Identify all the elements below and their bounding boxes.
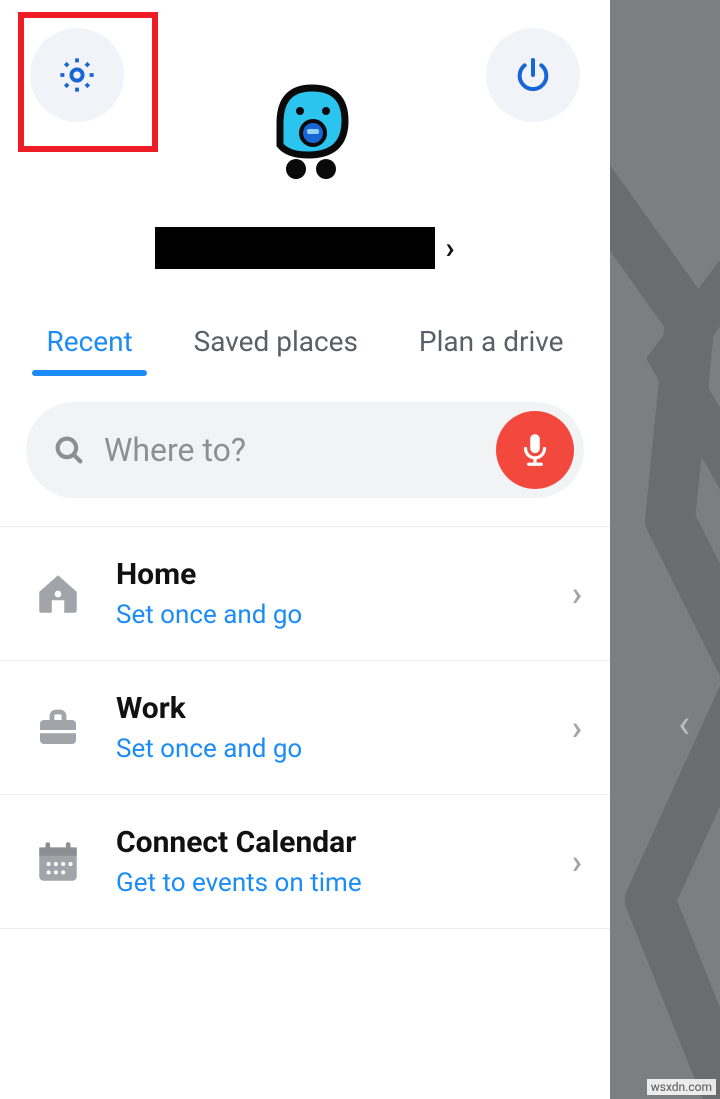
chevron-right-icon: › — [572, 708, 582, 748]
tab-saved-places[interactable]: Saved places — [190, 319, 362, 372]
profile-name-redacted — [155, 227, 435, 269]
map-background[interactable]: ‹ — [610, 0, 720, 1099]
list-item-work[interactable]: Work Set once and go › — [0, 660, 610, 794]
side-panel: › Recent Saved places Plan a drive Where… — [0, 0, 610, 1099]
home-icon — [33, 569, 83, 619]
list-item-calendar[interactable]: Connect Calendar Get to events on time › — [0, 794, 610, 929]
tabs: Recent Saved places Plan a drive — [0, 319, 610, 372]
calendar-icon — [33, 837, 83, 887]
list-item-home[interactable]: Home Set once and go › — [0, 526, 610, 660]
list-item-title: Home — [116, 557, 544, 592]
panel-header — [0, 0, 610, 187]
briefcase-icon — [33, 704, 83, 752]
list-item-subtitle: Get to events on time — [116, 868, 544, 898]
list-item-subtitle: Set once and go — [116, 734, 544, 764]
search-icon — [52, 433, 86, 467]
chevron-right-icon: › — [572, 842, 582, 882]
gear-icon — [56, 54, 98, 96]
settings-button[interactable] — [30, 28, 124, 122]
search-placeholder: Where to? — [104, 431, 478, 469]
power-icon — [513, 55, 553, 95]
map-collapse-chevron[interactable]: ‹ — [678, 700, 690, 747]
search-input[interactable]: Where to? — [26, 402, 584, 498]
chevron-right-icon: › — [445, 231, 454, 266]
chevron-right-icon: › — [572, 574, 582, 614]
list-item-title: Connect Calendar — [116, 825, 544, 860]
profile-name-row[interactable]: › — [0, 227, 610, 269]
voice-search-button[interactable] — [496, 411, 574, 489]
profile-avatar[interactable] — [250, 73, 360, 187]
list-item-title: Work — [116, 691, 544, 726]
destination-list: Home Set once and go › Work Set once and… — [0, 526, 610, 929]
list-item-subtitle: Set once and go — [116, 600, 544, 630]
watermark: wsxdn.com — [647, 1079, 716, 1095]
power-button[interactable] — [486, 28, 580, 122]
tab-recent[interactable]: Recent — [42, 319, 136, 372]
microphone-icon — [516, 431, 554, 469]
tab-plan-a-drive[interactable]: Plan a drive — [415, 319, 568, 372]
